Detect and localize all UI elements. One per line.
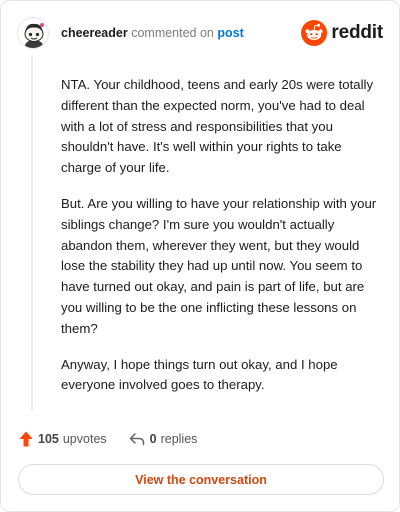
reply-count: 0 — [149, 432, 157, 446]
reddit-alien-icon — [301, 20, 328, 46]
comment-byline: cheereader commented on post — [61, 26, 244, 40]
upvote-stat[interactable]: 105 upvotes — [19, 431, 107, 447]
reddit-wordmark: reddit — [331, 22, 383, 43]
comment-paragraph-2: But. Are you willing to have your relati… — [61, 195, 377, 336]
user-avatar[interactable] — [17, 17, 49, 49]
snoo-avatar-icon — [24, 23, 44, 48]
comment-header: cheereader commented on post reddit — [17, 17, 383, 49]
reddit-logo[interactable]: reddit — [301, 20, 383, 46]
comment-paragraph-1: NTA. Your childhood, teens and early 20s… — [61, 77, 374, 176]
upvote-label: upvotes — [62, 432, 107, 446]
reply-arrow-icon — [129, 433, 144, 446]
thread-line — [31, 55, 33, 410]
reply-label: replies — [160, 432, 198, 446]
comment-paragraph-3: Anyway, I hope things turn out okay, and… — [61, 356, 338, 393]
comment-footer: 105 upvotes 0 replies — [19, 429, 219, 449]
byline-action-text: commented on — [131, 26, 214, 40]
reply-stat[interactable]: 0 replies — [129, 432, 198, 446]
view-conversation-button[interactable]: View the conversation — [18, 464, 384, 495]
username-link[interactable]: cheereader — [61, 26, 128, 40]
upvote-count: 105 — [38, 432, 59, 446]
comment-body: NTA. Your childhood, teens and early 20s… — [61, 75, 377, 411]
post-link[interactable]: post — [217, 26, 243, 40]
embedded-comment-card: cheereader commented on post reddit NTA.… — [0, 0, 400, 512]
upvote-arrow-icon — [19, 431, 33, 447]
